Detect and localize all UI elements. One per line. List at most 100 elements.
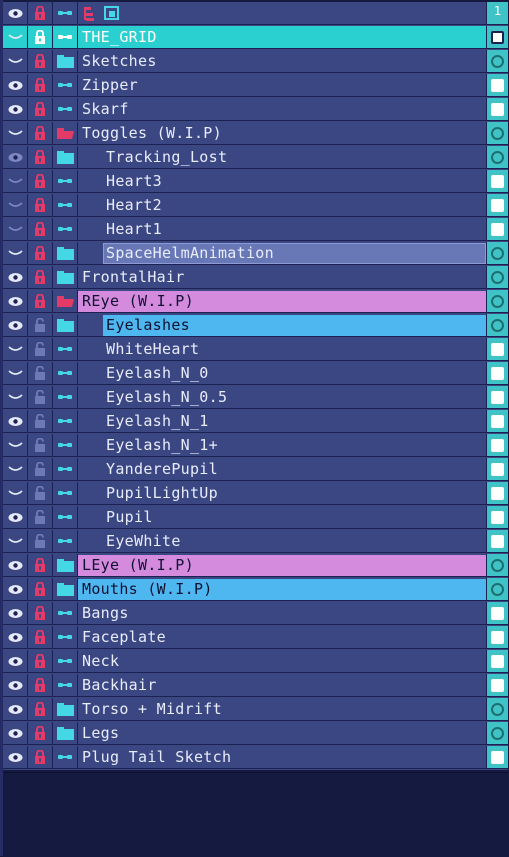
- visibility-toggle[interactable]: [3, 554, 28, 577]
- layer-row[interactable]: YanderePupil: [3, 458, 508, 482]
- layer-name-cell[interactable]: Faceplate: [78, 626, 487, 649]
- frame-cel[interactable]: [487, 650, 508, 673]
- lock-toggle[interactable]: [28, 50, 53, 73]
- layer-row[interactable]: EyeWhite: [3, 530, 508, 554]
- lock-toggle[interactable]: [28, 746, 53, 769]
- continuous-toggle[interactable]: [53, 242, 78, 265]
- continuous-toggle[interactable]: [53, 530, 78, 553]
- layer-name-cell[interactable]: Eyelashes: [78, 314, 487, 337]
- lock-toggle[interactable]: [28, 314, 53, 337]
- lock-toggle[interactable]: [28, 530, 53, 553]
- lock-toggle[interactable]: [28, 410, 53, 433]
- frame-cel[interactable]: [487, 338, 508, 361]
- frame-cel[interactable]: [487, 554, 508, 577]
- continuous-toggle[interactable]: [53, 722, 78, 745]
- continuous-toggle[interactable]: [53, 746, 78, 769]
- continuous-toggle[interactable]: [53, 98, 78, 121]
- visibility-toggle[interactable]: [3, 698, 28, 721]
- continuous-toggle[interactable]: [53, 218, 78, 241]
- layer-name-cell[interactable]: Neck: [78, 650, 487, 673]
- layer-name-cell[interactable]: Mouths (W.I.P): [78, 578, 487, 601]
- layer-name-cell[interactable]: REye (W.I.P): [78, 290, 487, 313]
- layer-hierarchy-icon[interactable]: [82, 6, 98, 26]
- visibility-toggle[interactable]: [3, 506, 28, 529]
- continuous-toggle[interactable]: [53, 554, 78, 577]
- layer-name-cell[interactable]: Tracking_Lost: [78, 146, 487, 169]
- frame-cel[interactable]: [487, 290, 508, 313]
- layer-row[interactable]: Backhair: [3, 674, 508, 698]
- layer-name-cell[interactable]: Torso + Midrift: [78, 698, 487, 721]
- frame-cel[interactable]: [487, 458, 508, 481]
- layer-row[interactable]: SpaceHelmAnimation: [3, 242, 508, 266]
- frame-cel[interactable]: [487, 74, 508, 97]
- layer-name-cell[interactable]: THE_GRID: [78, 26, 487, 49]
- visibility-toggle[interactable]: [3, 362, 28, 385]
- continuous-toggle[interactable]: [53, 50, 78, 73]
- visibility-toggle[interactable]: [3, 434, 28, 457]
- lock-toggle[interactable]: [28, 194, 53, 217]
- toggle-all-visibility-button[interactable]: [3, 2, 28, 25]
- layer-row[interactable]: Eyelash_N_0.5: [3, 386, 508, 410]
- frame-cel[interactable]: [487, 722, 508, 745]
- frame-cel[interactable]: [487, 626, 508, 649]
- layer-row[interactable]: Plug Tail Sketch: [3, 746, 508, 770]
- layer-row[interactable]: Legs: [3, 722, 508, 746]
- lock-toggle[interactable]: [28, 674, 53, 697]
- layer-row[interactable]: FrontalHair: [3, 266, 508, 290]
- lock-toggle[interactable]: [28, 506, 53, 529]
- layer-name-cell[interactable]: EyeWhite: [78, 530, 487, 553]
- continuous-toggle[interactable]: [53, 362, 78, 385]
- frame-cel[interactable]: [487, 602, 508, 625]
- layer-row[interactable]: Pupil: [3, 506, 508, 530]
- frame-cel[interactable]: [487, 362, 508, 385]
- frame-cel[interactable]: [487, 266, 508, 289]
- lock-toggle[interactable]: [28, 290, 53, 313]
- layer-row[interactable]: Toggles (W.I.P): [3, 122, 508, 146]
- layer-name-cell[interactable]: Eyelash_N_1: [78, 410, 487, 433]
- lock-toggle[interactable]: [28, 338, 53, 361]
- frame-cel[interactable]: [487, 122, 508, 145]
- frame-cel[interactable]: [487, 26, 508, 49]
- frame-cel[interactable]: [487, 434, 508, 457]
- layer-row[interactable]: LEye (W.I.P): [3, 554, 508, 578]
- layer-row[interactable]: Eyelash_N_1+: [3, 434, 508, 458]
- layer-row[interactable]: THE_GRID: [3, 26, 508, 50]
- visibility-toggle[interactable]: [3, 410, 28, 433]
- continuous-toggle[interactable]: [53, 338, 78, 361]
- frame-cel[interactable]: [487, 746, 508, 769]
- lock-toggle[interactable]: [28, 170, 53, 193]
- continuous-toggle[interactable]: [53, 626, 78, 649]
- layer-name-cell[interactable]: WhiteHeart: [78, 338, 487, 361]
- lock-toggle[interactable]: [28, 122, 53, 145]
- lock-toggle[interactable]: [28, 146, 53, 169]
- toggle-all-lock-button[interactable]: [28, 2, 53, 25]
- continuous-toggle[interactable]: [53, 146, 78, 169]
- visibility-toggle[interactable]: [3, 386, 28, 409]
- layer-name-cell[interactable]: Plug Tail Sketch: [78, 746, 487, 769]
- lock-toggle[interactable]: [28, 74, 53, 97]
- visibility-toggle[interactable]: [3, 482, 28, 505]
- lock-toggle[interactable]: [28, 458, 53, 481]
- layer-name-cell[interactable]: SpaceHelmAnimation: [78, 242, 487, 265]
- continuous-toggle[interactable]: [53, 122, 78, 145]
- visibility-toggle[interactable]: [3, 146, 28, 169]
- lock-toggle[interactable]: [28, 602, 53, 625]
- continuous-toggle[interactable]: [53, 506, 78, 529]
- layer-name-cell[interactable]: Eyelash_N_0: [78, 362, 487, 385]
- frame-header-cell[interactable]: 1: [487, 2, 508, 25]
- layer-row[interactable]: Neck: [3, 650, 508, 674]
- visibility-toggle[interactable]: [3, 122, 28, 145]
- visibility-toggle[interactable]: [3, 530, 28, 553]
- continuous-toggle[interactable]: [53, 458, 78, 481]
- layer-row[interactable]: REye (W.I.P): [3, 290, 508, 314]
- continuous-toggle[interactable]: [53, 434, 78, 457]
- lock-toggle[interactable]: [28, 650, 53, 673]
- visibility-toggle[interactable]: [3, 74, 28, 97]
- visibility-toggle[interactable]: [3, 338, 28, 361]
- frame-cel[interactable]: [487, 506, 508, 529]
- layer-name-cell[interactable]: Sketches: [78, 50, 487, 73]
- layer-name-cell[interactable]: Eyelash_N_1+: [78, 434, 487, 457]
- continuous-toggle[interactable]: [53, 386, 78, 409]
- visibility-toggle[interactable]: [3, 98, 28, 121]
- layer-name-cell[interactable]: Heart2: [78, 194, 487, 217]
